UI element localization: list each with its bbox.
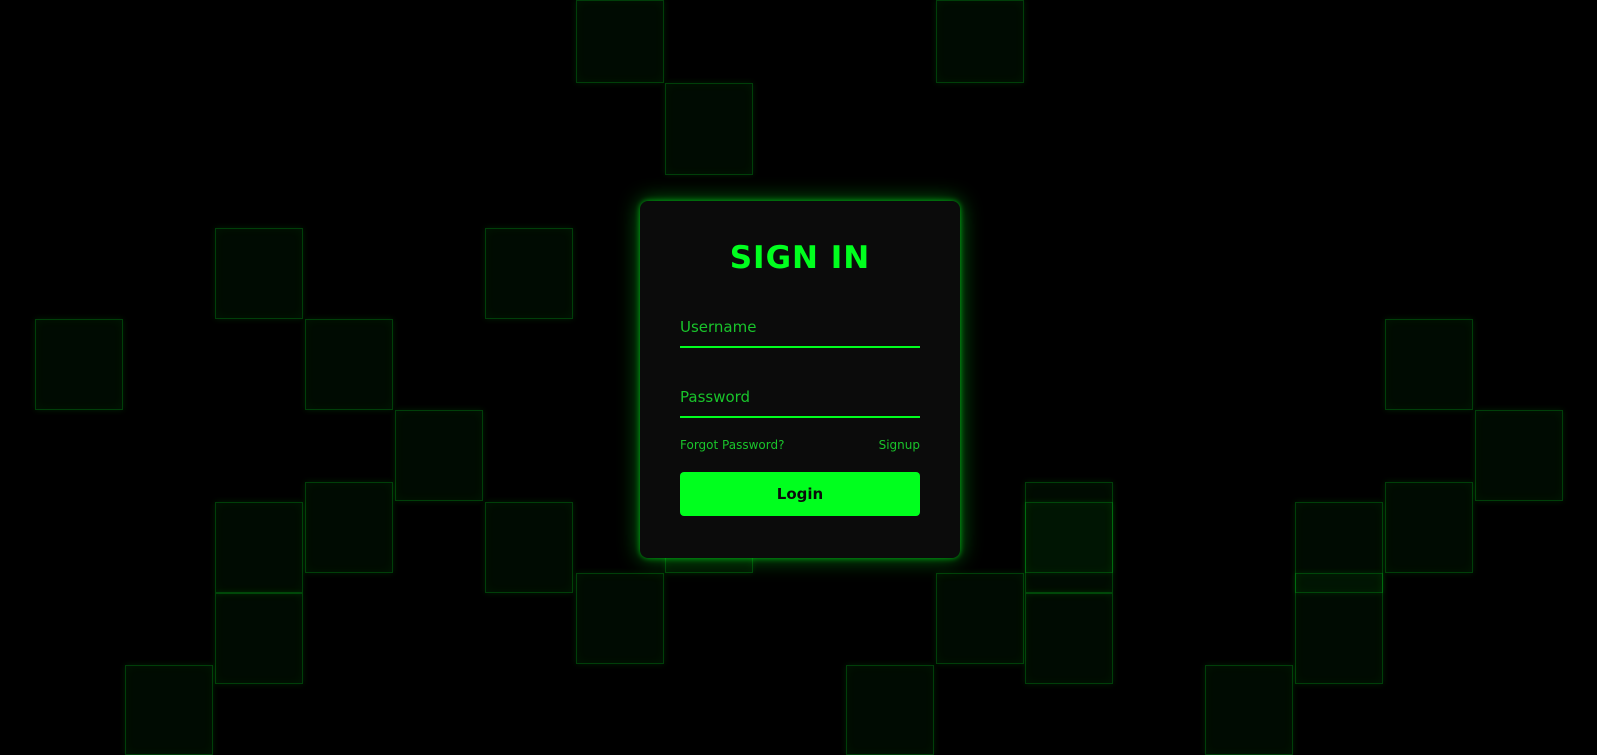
background-tile — [1385, 482, 1473, 573]
background-tile — [1295, 573, 1383, 684]
background-tile — [1025, 502, 1113, 593]
background-tile — [1475, 410, 1563, 501]
background-tile — [305, 482, 393, 573]
background-tile — [665, 83, 753, 175]
username-field-wrapper — [680, 310, 920, 348]
signin-title: SIGN IN — [729, 240, 871, 276]
background-tile — [1025, 593, 1113, 684]
background-tile — [576, 573, 664, 664]
background-tile — [215, 593, 303, 684]
auth-links: Forgot Password? Signup — [680, 438, 920, 452]
login-page: SIGN IN Forgot Password? Signup Login — [0, 0, 1597, 755]
signin-card: SIGN IN Forgot Password? Signup Login — [640, 201, 960, 558]
background-tile — [485, 228, 573, 319]
password-field-wrapper — [680, 380, 920, 418]
background-tile — [936, 573, 1024, 664]
background-tile — [215, 228, 303, 319]
background-tile — [1205, 665, 1293, 755]
background-tile — [35, 319, 123, 410]
background-tile — [576, 0, 664, 83]
background-tile — [125, 665, 213, 755]
background-tile — [936, 0, 1024, 83]
username-input[interactable] — [680, 310, 920, 344]
login-button[interactable]: Login — [680, 472, 920, 516]
background-tile — [215, 502, 303, 593]
signup-link[interactable]: Signup — [879, 438, 920, 452]
background-tile — [1385, 319, 1473, 410]
password-input[interactable] — [680, 380, 920, 414]
background-tile — [485, 502, 573, 593]
background-tile — [395, 410, 483, 501]
background-tile — [305, 319, 393, 410]
forgot-password-link[interactable]: Forgot Password? — [680, 438, 784, 452]
background-tile — [846, 665, 934, 755]
